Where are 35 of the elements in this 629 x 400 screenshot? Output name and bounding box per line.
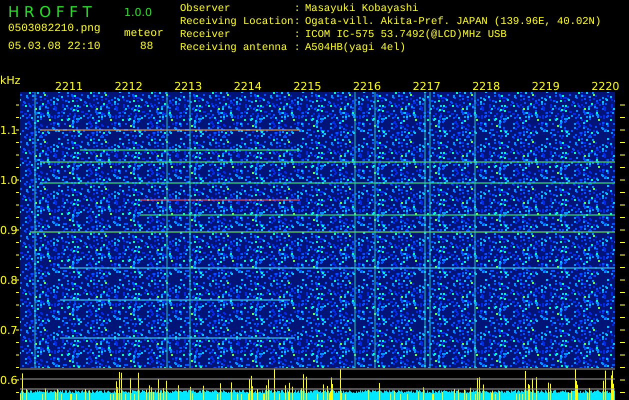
time-label: 2213 [174,80,202,93]
info-label: Observer [180,3,232,16]
info-label: Receiving antenna [180,42,288,55]
info-label: Receiver [180,29,232,42]
info-separator: : [294,42,302,55]
time-label: 2215 [293,80,322,93]
info-value: A504HB(yagi 4el) [305,42,407,55]
info-separator: : [294,29,302,42]
info-value: Masayuki Kobayashi [305,3,420,16]
meteor-label: meteor [124,27,165,41]
frequency-label: 1.1 [0,124,18,137]
frequency-label: 1.0 [0,174,18,187]
date-time: 05.03.08 22:10 [8,41,102,55]
info-separator: : [294,16,302,29]
unit-label: kHz [0,74,20,87]
time-label: 2211 [55,80,83,93]
time-label: 2220 [591,80,620,93]
meteor-count: 88 [139,41,154,55]
info-label: Receiving Location [180,16,294,29]
app-title: H R O F F T [8,3,93,23]
info-value: Ogata-vill. Akita-Pref. JAPAN (139.96E, 40.02N) [305,16,602,29]
frequency-label: 0.9 [0,224,18,237]
frequency-label: 0.6 [0,374,18,387]
frequency-label: 0.7 [0,324,18,337]
time-label: 2214 [234,80,262,93]
time-label: 2219 [532,80,560,93]
app-version: 1.0.0 [124,5,153,21]
time-label: 2217 [412,80,441,93]
time-label: 2216 [353,80,381,93]
info-value: ICOM IC-575 53.7492(@LCD)MHz USB [305,29,508,42]
time-label: 2212 [114,80,143,93]
frequency-label: 0.8 [0,274,18,287]
info-separator: : [294,3,302,16]
time-label: 2218 [472,80,500,93]
file-name: 0503082210.png [8,23,102,37]
